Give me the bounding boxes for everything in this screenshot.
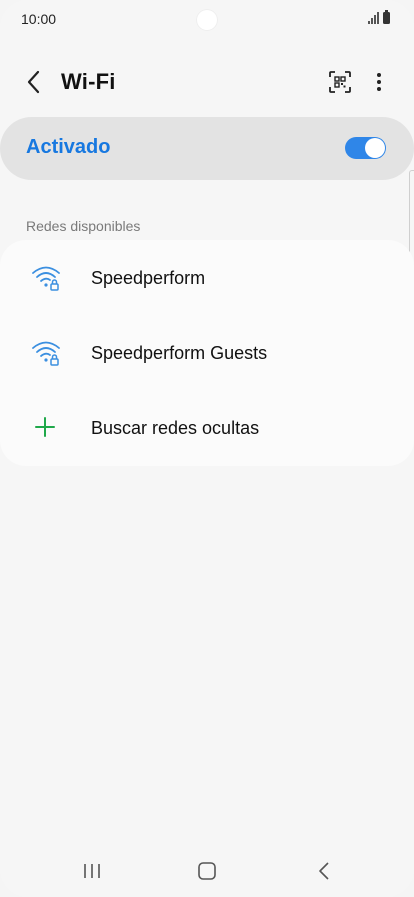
qr-code-icon	[329, 71, 351, 93]
home-button[interactable]	[191, 859, 223, 883]
network-name: Speedperform Guests	[91, 343, 268, 363]
chevron-left-icon	[27, 70, 40, 94]
system-navigation-bar	[0, 845, 414, 897]
front-camera	[196, 9, 218, 31]
network-item-speedperform-guests[interactable]: Speedperform Guests	[0, 315, 414, 390]
add-hidden-network-item[interactable]: Buscar redes ocultas	[0, 390, 414, 465]
network-list: Speedperform Speedperform Guests Buscar …	[0, 240, 414, 466]
recent-apps-button[interactable]	[76, 859, 108, 883]
recent-apps-icon	[84, 864, 100, 878]
battery-icon	[383, 10, 390, 24]
home-icon	[198, 862, 216, 880]
wifi-lock-icon	[32, 266, 60, 291]
status-time: 10:00	[21, 11, 57, 27]
plus-icon	[35, 417, 55, 437]
phone-screen: 10:00 Wi-Fi Activado Redes disponibles S…	[0, 0, 414, 897]
status-bar: 10:00	[0, 0, 414, 40]
add-network-label: Buscar redes ocultas	[91, 418, 260, 438]
network-item-speedperform[interactable]: Speedperform	[0, 240, 414, 315]
back-button[interactable]	[20, 68, 48, 96]
nav-back-button[interactable]	[308, 859, 340, 883]
wifi-lock-icon	[32, 341, 60, 366]
header: Wi-Fi	[0, 56, 414, 110]
wifi-master-switch[interactable]: Activado	[0, 117, 414, 180]
qr-scan-button[interactable]	[328, 70, 354, 96]
more-vertical-icon	[377, 73, 381, 91]
toggle-knob	[365, 138, 385, 158]
status-icons	[368, 10, 390, 24]
page-title: Wi-Fi	[61, 69, 116, 94]
master-switch-label: Activado	[26, 136, 111, 158]
wifi-toggle[interactable]	[345, 137, 386, 159]
more-options-button[interactable]	[370, 68, 388, 96]
back-icon	[319, 862, 329, 880]
network-name: Speedperform	[91, 268, 206, 288]
signal-icon	[368, 12, 379, 24]
section-label-available-networks: Redes disponibles	[26, 218, 141, 234]
